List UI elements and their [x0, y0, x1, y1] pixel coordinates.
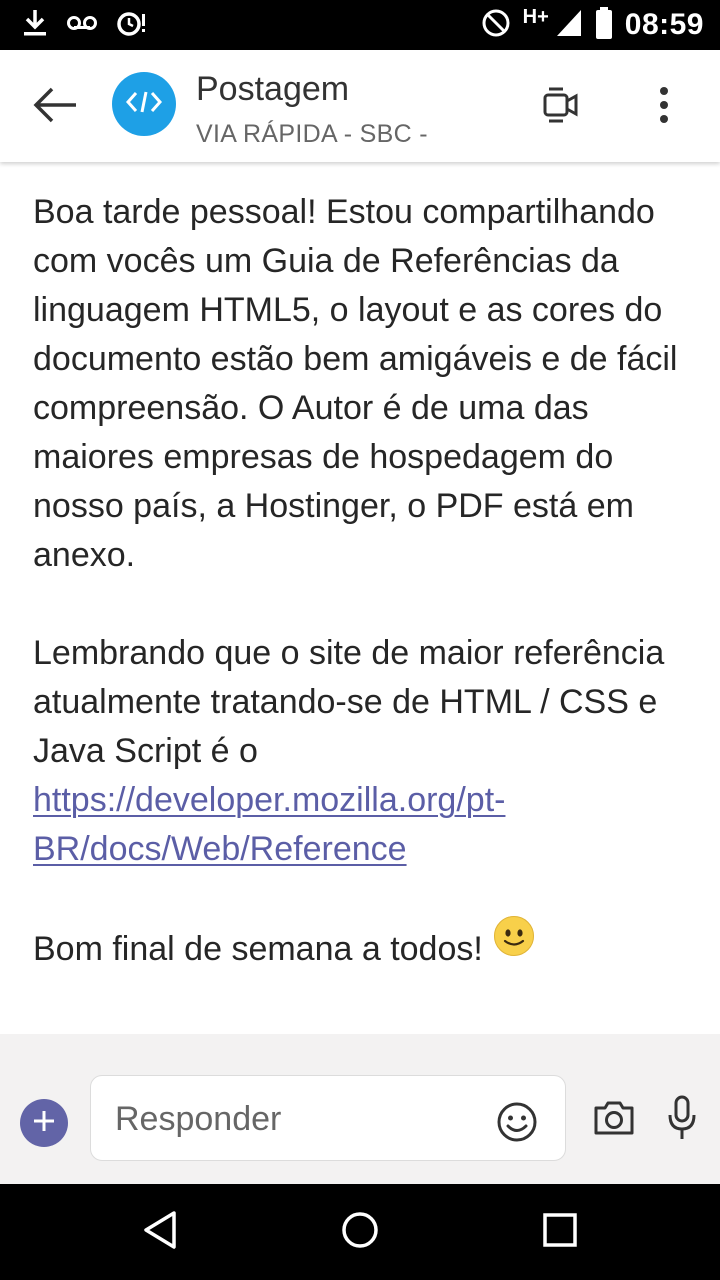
- nav-recents-button[interactable]: [536, 1208, 584, 1256]
- compose-bar: [0, 1034, 720, 1184]
- back-triangle-icon: [140, 1209, 180, 1256]
- message-text: Bom final de semana a todos!: [33, 929, 483, 968]
- status-bar-right: H+ 08:59: [481, 6, 704, 44]
- nav-back-button[interactable]: [136, 1208, 184, 1256]
- back-arrow-icon: [32, 85, 78, 130]
- message-body: Boa tarde pessoal! Estou compartilhando …: [33, 188, 693, 979]
- status-clock: 08:59: [624, 8, 704, 41]
- camera-icon: [592, 1099, 636, 1142]
- do-not-disturb-icon: [481, 8, 511, 43]
- nav-home-button[interactable]: [336, 1208, 384, 1256]
- home-circle-icon: [340, 1210, 380, 1255]
- code-icon: [124, 87, 164, 122]
- emoji-icon[interactable]: [495, 1100, 539, 1144]
- navigation-bar: [0, 1184, 720, 1280]
- app-header: Postagem VIA RÁPIDA - SBC -: [0, 50, 720, 162]
- reply-input[interactable]: [113, 1096, 477, 1142]
- add-icon: [32, 1109, 56, 1138]
- page-title: Postagem: [196, 70, 350, 108]
- channel-avatar[interactable]: [112, 72, 176, 136]
- download-icon: [22, 8, 48, 43]
- message-paragraph: Boa tarde pessoal! Estou compartilhando …: [33, 193, 678, 574]
- video-call-button[interactable]: [536, 84, 586, 130]
- battery-icon: [595, 6, 613, 44]
- microphone-icon: [666, 1095, 698, 1146]
- reply-box: [90, 1075, 566, 1161]
- video-call-icon: [543, 86, 579, 129]
- smiley-emoji-icon: [493, 915, 535, 971]
- add-button[interactable]: [20, 1099, 68, 1147]
- voicemail-icon: [66, 14, 98, 37]
- channel-subtitle: VIA RÁPIDA - SBC -: [196, 120, 428, 148]
- recents-square-icon: [542, 1212, 578, 1253]
- microphone-button[interactable]: [660, 1094, 704, 1146]
- message-text: Lembrando que o site de maior referência…: [33, 634, 665, 770]
- network-type: H+: [522, 5, 549, 28]
- alarm-icon: [116, 9, 148, 42]
- reference-link[interactable]: https://developer.mozilla.org/pt-BR/docs…: [33, 781, 505, 868]
- back-button[interactable]: [28, 80, 82, 134]
- more-vertical-icon: [659, 86, 669, 128]
- status-bar-left: [22, 8, 148, 42]
- message-paragraph: Lembrando que o site de maior referência…: [33, 629, 693, 874]
- message-paragraph: Bom final de semana a todos!: [33, 916, 693, 979]
- more-options-button[interactable]: [644, 82, 684, 132]
- status-bar: H+ 08:59: [0, 0, 720, 50]
- camera-button[interactable]: [590, 1096, 638, 1144]
- signal-icon: [555, 8, 583, 43]
